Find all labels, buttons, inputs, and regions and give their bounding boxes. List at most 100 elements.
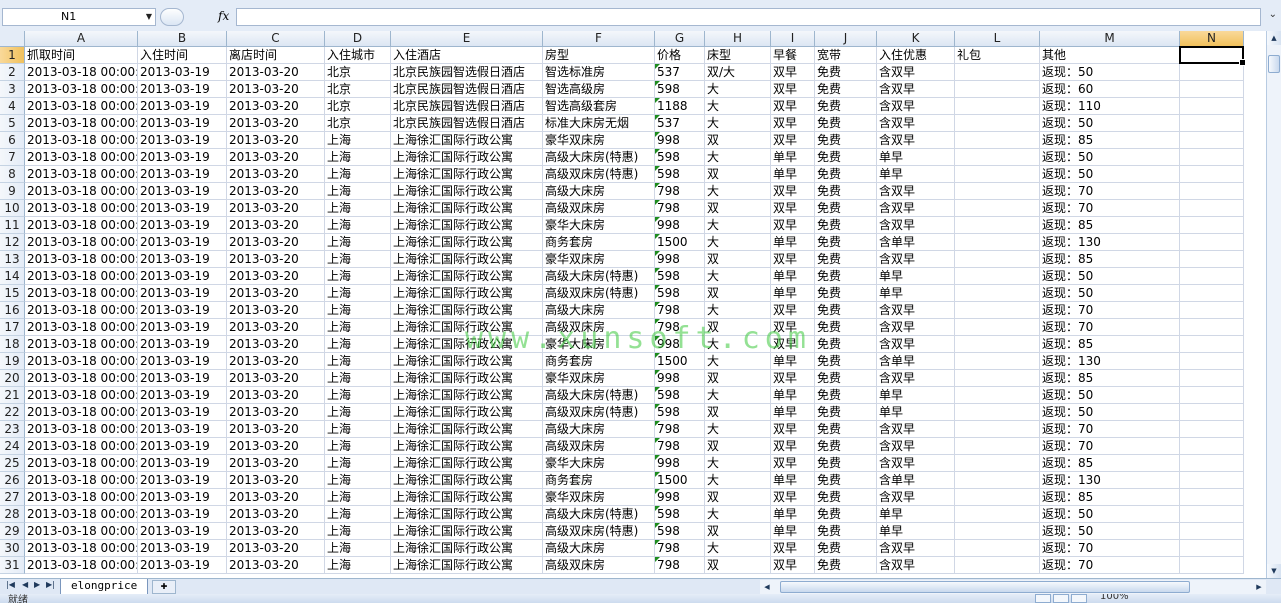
row-header-19[interactable]: 19 xyxy=(0,353,25,370)
cell-j27[interactable]: 免费 xyxy=(815,489,877,506)
cell-k14[interactable]: 单早 xyxy=(877,268,955,285)
cell-n6[interactable] xyxy=(1180,132,1244,149)
cell-b11[interactable]: 2013-03-19 xyxy=(138,217,227,234)
cell-h2[interactable]: 双/大 xyxy=(705,64,771,81)
cell-i17[interactable]: 双早 xyxy=(771,319,815,336)
cell-l13[interactable] xyxy=(955,251,1040,268)
cell-c17[interactable]: 2013-03-20 xyxy=(227,319,325,336)
cell-j3[interactable]: 免费 xyxy=(815,81,877,98)
cell-c24[interactable]: 2013-03-20 xyxy=(227,438,325,455)
row-header-25[interactable]: 25 xyxy=(0,455,25,472)
cell-e16[interactable]: 上海徐汇国际行政公寓 xyxy=(391,302,543,319)
cell-c1[interactable]: 离店时间 xyxy=(227,47,325,64)
cell-e13[interactable]: 上海徐汇国际行政公寓 xyxy=(391,251,543,268)
cell-e7[interactable]: 上海徐汇国际行政公寓 xyxy=(391,149,543,166)
row-header-22[interactable]: 22 xyxy=(0,404,25,421)
cell-h26[interactable]: 大 xyxy=(705,472,771,489)
cell-j21[interactable]: 免费 xyxy=(815,387,877,404)
scroll-up-icon[interactable]: ▲ xyxy=(1267,31,1281,45)
cell-c5[interactable]: 2013-03-20 xyxy=(227,115,325,132)
cell-i9[interactable]: 双早 xyxy=(771,183,815,200)
cell-a21[interactable]: 2013-03-18 00:00:0 xyxy=(25,387,138,404)
cell-g30[interactable]: 798 xyxy=(655,540,705,557)
row-header-14[interactable]: 14 xyxy=(0,268,25,285)
cell-l3[interactable] xyxy=(955,81,1040,98)
cell-e1[interactable]: 入住酒店 xyxy=(391,47,543,64)
cell-n23[interactable] xyxy=(1180,421,1244,438)
cell-i26[interactable]: 单早 xyxy=(771,472,815,489)
row-header-12[interactable]: 12 xyxy=(0,234,25,251)
cell-i29[interactable]: 单早 xyxy=(771,523,815,540)
cell-e25[interactable]: 上海徐汇国际行政公寓 xyxy=(391,455,543,472)
horizontal-scroll-thumb[interactable] xyxy=(780,581,1190,593)
cell-e9[interactable]: 上海徐汇国际行政公寓 xyxy=(391,183,543,200)
cell-n1[interactable] xyxy=(1180,47,1244,64)
cell-m28[interactable]: 返现：50 xyxy=(1040,506,1180,523)
cell-b29[interactable]: 2013-03-19 xyxy=(138,523,227,540)
first-sheet-icon[interactable]: |◀ xyxy=(6,580,15,589)
last-sheet-icon[interactable]: ▶| xyxy=(46,580,55,589)
cell-g7[interactable]: 598 xyxy=(655,149,705,166)
cell-d6[interactable]: 上海 xyxy=(325,132,391,149)
cell-n27[interactable] xyxy=(1180,489,1244,506)
row-header-1[interactable]: 1 xyxy=(0,47,25,64)
cell-n29[interactable] xyxy=(1180,523,1244,540)
cell-m12[interactable]: 返现：130 xyxy=(1040,234,1180,251)
cell-j16[interactable]: 免费 xyxy=(815,302,877,319)
cell-k23[interactable]: 含双早 xyxy=(877,421,955,438)
cell-c8[interactable]: 2013-03-20 xyxy=(227,166,325,183)
cell-j2[interactable]: 免费 xyxy=(815,64,877,81)
cell-a4[interactable]: 2013-03-18 00:00:0 xyxy=(25,98,138,115)
cell-l5[interactable] xyxy=(955,115,1040,132)
cell-c2[interactable]: 2013-03-20 xyxy=(227,64,325,81)
cell-m9[interactable]: 返现：70 xyxy=(1040,183,1180,200)
cell-j1[interactable]: 宽带 xyxy=(815,47,877,64)
cell-j19[interactable]: 免费 xyxy=(815,353,877,370)
cell-i6[interactable]: 双早 xyxy=(771,132,815,149)
column-header-h[interactable]: H xyxy=(705,31,771,47)
cell-e26[interactable]: 上海徐汇国际行政公寓 xyxy=(391,472,543,489)
cell-f29[interactable]: 高级双床房(特惠) xyxy=(543,523,655,540)
cell-j7[interactable]: 免费 xyxy=(815,149,877,166)
cell-f20[interactable]: 豪华双床房 xyxy=(543,370,655,387)
cell-g19[interactable]: 1500 xyxy=(655,353,705,370)
cell-l21[interactable] xyxy=(955,387,1040,404)
cell-k31[interactable]: 含双早 xyxy=(877,557,955,574)
cell-e24[interactable]: 上海徐汇国际行政公寓 xyxy=(391,438,543,455)
cell-b8[interactable]: 2013-03-19 xyxy=(138,166,227,183)
cell-m21[interactable]: 返现：50 xyxy=(1040,387,1180,404)
cell-n30[interactable] xyxy=(1180,540,1244,557)
cell-h12[interactable]: 大 xyxy=(705,234,771,251)
cell-g28[interactable]: 598 xyxy=(655,506,705,523)
cell-n26[interactable] xyxy=(1180,472,1244,489)
cell-n25[interactable] xyxy=(1180,455,1244,472)
cell-e3[interactable]: 北京民族园智选假日酒店 xyxy=(391,81,543,98)
cell-d11[interactable]: 上海 xyxy=(325,217,391,234)
cell-c7[interactable]: 2013-03-20 xyxy=(227,149,325,166)
cell-j31[interactable]: 免费 xyxy=(815,557,877,574)
cell-d12[interactable]: 上海 xyxy=(325,234,391,251)
cell-d22[interactable]: 上海 xyxy=(325,404,391,421)
cell-h21[interactable]: 大 xyxy=(705,387,771,404)
cell-h7[interactable]: 大 xyxy=(705,149,771,166)
cell-h5[interactable]: 大 xyxy=(705,115,771,132)
cell-f31[interactable]: 高级双床房 xyxy=(543,557,655,574)
cell-k6[interactable]: 含双早 xyxy=(877,132,955,149)
cell-e19[interactable]: 上海徐汇国际行政公寓 xyxy=(391,353,543,370)
cell-g22[interactable]: 598 xyxy=(655,404,705,421)
cell-g15[interactable]: 598 xyxy=(655,285,705,302)
cell-k7[interactable]: 单早 xyxy=(877,149,955,166)
cell-i22[interactable]: 单早 xyxy=(771,404,815,421)
cell-m18[interactable]: 返现：85 xyxy=(1040,336,1180,353)
cell-g26[interactable]: 1500 xyxy=(655,472,705,489)
cell-a17[interactable]: 2013-03-18 00:00:0 xyxy=(25,319,138,336)
cell-h24[interactable]: 双 xyxy=(705,438,771,455)
cell-c31[interactable]: 2013-03-20 xyxy=(227,557,325,574)
cell-a6[interactable]: 2013-03-18 00:00:0 xyxy=(25,132,138,149)
cell-b21[interactable]: 2013-03-19 xyxy=(138,387,227,404)
cell-m6[interactable]: 返现：85 xyxy=(1040,132,1180,149)
cell-g16[interactable]: 798 xyxy=(655,302,705,319)
cell-m16[interactable]: 返现：70 xyxy=(1040,302,1180,319)
cell-c4[interactable]: 2013-03-20 xyxy=(227,98,325,115)
cell-f26[interactable]: 商务套房 xyxy=(543,472,655,489)
